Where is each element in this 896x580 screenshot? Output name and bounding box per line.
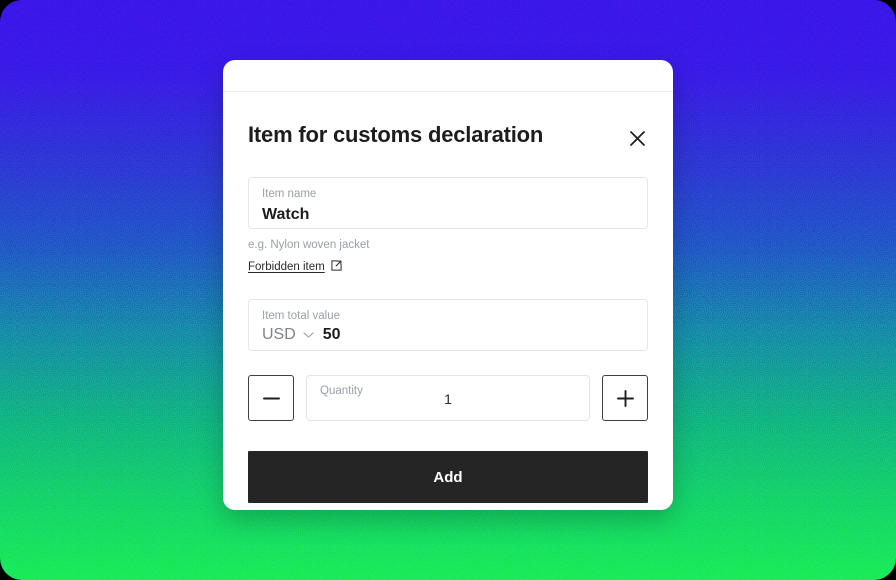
gradient-background: Item for customs declaration Item name W… — [0, 0, 896, 580]
chevron-down-icon[interactable] — [303, 326, 314, 344]
item-name-label: Item name — [262, 188, 317, 200]
quantity-decrement-button[interactable] — [248, 375, 294, 422]
modal-body: Item for customs declaration Item name W… — [223, 92, 673, 504]
forbidden-item-row: Forbidden item — [248, 257, 648, 276]
external-link-icon[interactable] — [331, 258, 342, 276]
item-name-value: Watch — [262, 205, 310, 223]
quantity-input[interactable]: Quantity 1 — [306, 375, 590, 422]
item-name-input[interactable]: Item name Watch — [248, 177, 648, 229]
close-button[interactable] — [624, 125, 650, 151]
minus-icon — [262, 397, 280, 400]
modal-header: Item for customs declaration — [248, 92, 648, 151]
customs-declaration-modal: Item for customs declaration Item name W… — [223, 60, 673, 510]
item-total-value-input[interactable]: Item total value USD 50 — [248, 299, 648, 352]
page-title: Item for customs declaration — [248, 122, 544, 147]
add-button[interactable]: Add — [248, 451, 648, 504]
quantity-stepper: Quantity 1 — [248, 375, 648, 422]
item-total-value-amount: 50 — [322, 325, 341, 343]
modal-top-divider — [223, 60, 673, 92]
item-total-value-label: Item total value — [262, 310, 340, 323]
quantity-increment-button[interactable] — [602, 375, 648, 422]
currency-amount-row: USD 50 — [262, 326, 634, 344]
close-icon — [629, 130, 646, 147]
plus-icon — [616, 389, 634, 407]
quantity-value: 1 — [444, 390, 452, 407]
item-name-helper-text: e.g. Nylon woven jacket — [248, 239, 370, 251]
currency-select[interactable]: USD — [262, 326, 296, 344]
forbidden-item-link[interactable]: Forbidden item — [248, 261, 325, 273]
